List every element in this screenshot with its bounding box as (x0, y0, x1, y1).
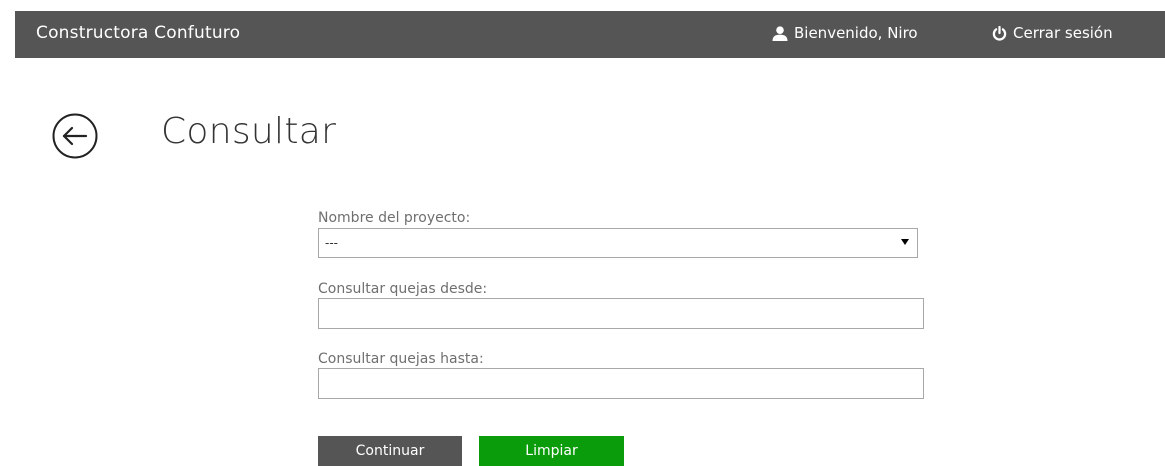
project-selected-value: --- (325, 236, 338, 250)
page-title: Consultar (161, 111, 337, 152)
back-arrow-circle-icon (52, 113, 98, 159)
back-button[interactable] (52, 113, 98, 159)
project-label: Nombre del proyecto: (318, 210, 471, 226)
user-icon (772, 25, 788, 41)
welcome-user: Bienvenido, Niro (772, 24, 918, 42)
clear-button[interactable]: Limpiar (479, 436, 624, 466)
power-icon (992, 25, 1007, 41)
date-from-label: Consultar quejas desde: (318, 281, 488, 297)
chevron-down-icon (901, 239, 909, 245)
date-to-label: Consultar quejas hasta: (318, 351, 484, 367)
continue-button[interactable]: Continuar (318, 436, 462, 466)
date-to-input[interactable] (318, 368, 924, 399)
logout-label: Cerrar sesión (1013, 24, 1113, 42)
top-navbar: Constructora Confuturo Bienvenido, Niro … (15, 11, 1165, 58)
logout-button[interactable]: Cerrar sesión (992, 24, 1113, 42)
project-select[interactable]: --- (318, 228, 918, 258)
welcome-text: Bienvenido, Niro (794, 24, 918, 42)
brand-title[interactable]: Constructora Confuturo (36, 23, 240, 43)
date-from-input[interactable] (318, 298, 924, 329)
